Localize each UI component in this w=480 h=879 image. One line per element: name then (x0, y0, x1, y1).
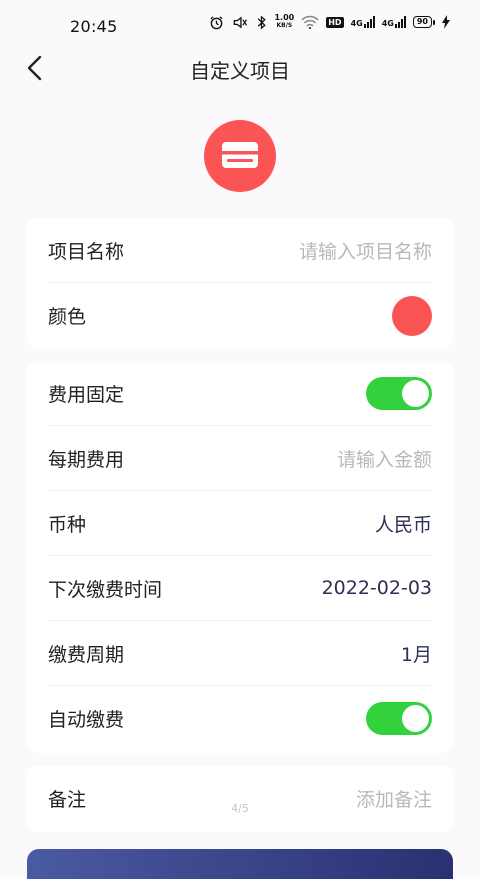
fee-card: 费用固定 每期费用 请输入金额 币种 人民币 下次缴费时间 2022-02-03… (27, 361, 453, 753)
net-speed-value: 1.00 (274, 13, 295, 22)
currency-value[interactable]: 人民币 (375, 510, 432, 537)
hd-icon: HD (326, 16, 344, 28)
project-name-input[interactable]: 请输入项目名称 (299, 237, 432, 264)
note-card: 备注 添加备注 (27, 766, 453, 832)
project-icon-button[interactable] (204, 120, 276, 192)
color-row[interactable]: 颜色 (48, 283, 432, 348)
status-time: 20:45 (70, 16, 118, 36)
signal-icon: 4G (351, 16, 375, 28)
next-payment-value[interactable]: 2022-02-03 (322, 577, 432, 599)
charging-icon (442, 15, 450, 29)
next-payment-row[interactable]: 下次缴费时间 2022-02-03 (48, 556, 432, 621)
amount-label: 每期费用 (48, 448, 125, 471)
alarm-icon (209, 15, 224, 30)
currency-row[interactable]: 币种 人民币 (48, 491, 432, 556)
next-payment-label: 下次缴费时间 (48, 578, 163, 601)
net-speed: 1.00 KB/S (274, 14, 294, 30)
cycle-label: 缴费周期 (48, 643, 125, 666)
basic-info-card: 项目名称 请输入项目名称 颜色 (27, 218, 453, 348)
signal-label: 4G (381, 19, 394, 28)
fixed-fee-row: 费用固定 (48, 361, 432, 426)
bluetooth-icon (256, 14, 267, 30)
color-swatch[interactable] (392, 295, 432, 336)
battery-level: 90 (412, 16, 432, 28)
auto-pay-label: 自动缴费 (48, 709, 125, 731)
fixed-fee-label: 费用固定 (48, 383, 125, 406)
auto-pay-toggle[interactable] (366, 702, 432, 735)
fixed-fee-toggle[interactable] (366, 376, 432, 410)
wifi-icon (301, 15, 319, 29)
signal-icon: 4G (382, 16, 406, 28)
net-speed-unit: KB/S (276, 22, 293, 29)
signal-label: 4G (350, 19, 363, 28)
amount-input[interactable]: 请输入金额 (337, 445, 432, 472)
battery-icon: 90 (412, 16, 435, 28)
save-button[interactable] (27, 849, 453, 879)
project-name-row[interactable]: 项目名称 请输入项目名称 (48, 218, 432, 283)
auto-pay-row: 自动缴费 (48, 686, 432, 751)
mute-icon (231, 15, 249, 30)
note-row[interactable]: 备注 添加备注 (48, 766, 432, 831)
project-name-label: 项目名称 (48, 240, 125, 263)
card-icon (222, 142, 258, 168)
status-icons: 1.00 KB/S HD 4G 4G 90 (209, 14, 450, 30)
cycle-row[interactable]: 缴费周期 1月 (48, 621, 432, 686)
cycle-value[interactable]: 1月 (401, 640, 432, 667)
nav-bar: 自定义项目 (0, 44, 480, 92)
color-label: 颜色 (48, 306, 87, 328)
currency-label: 币种 (48, 513, 87, 536)
amount-row[interactable]: 每期费用 请输入金额 (48, 426, 432, 491)
page-indicator: 4/5 (231, 802, 249, 815)
page-title: 自定义项目 (190, 59, 290, 83)
